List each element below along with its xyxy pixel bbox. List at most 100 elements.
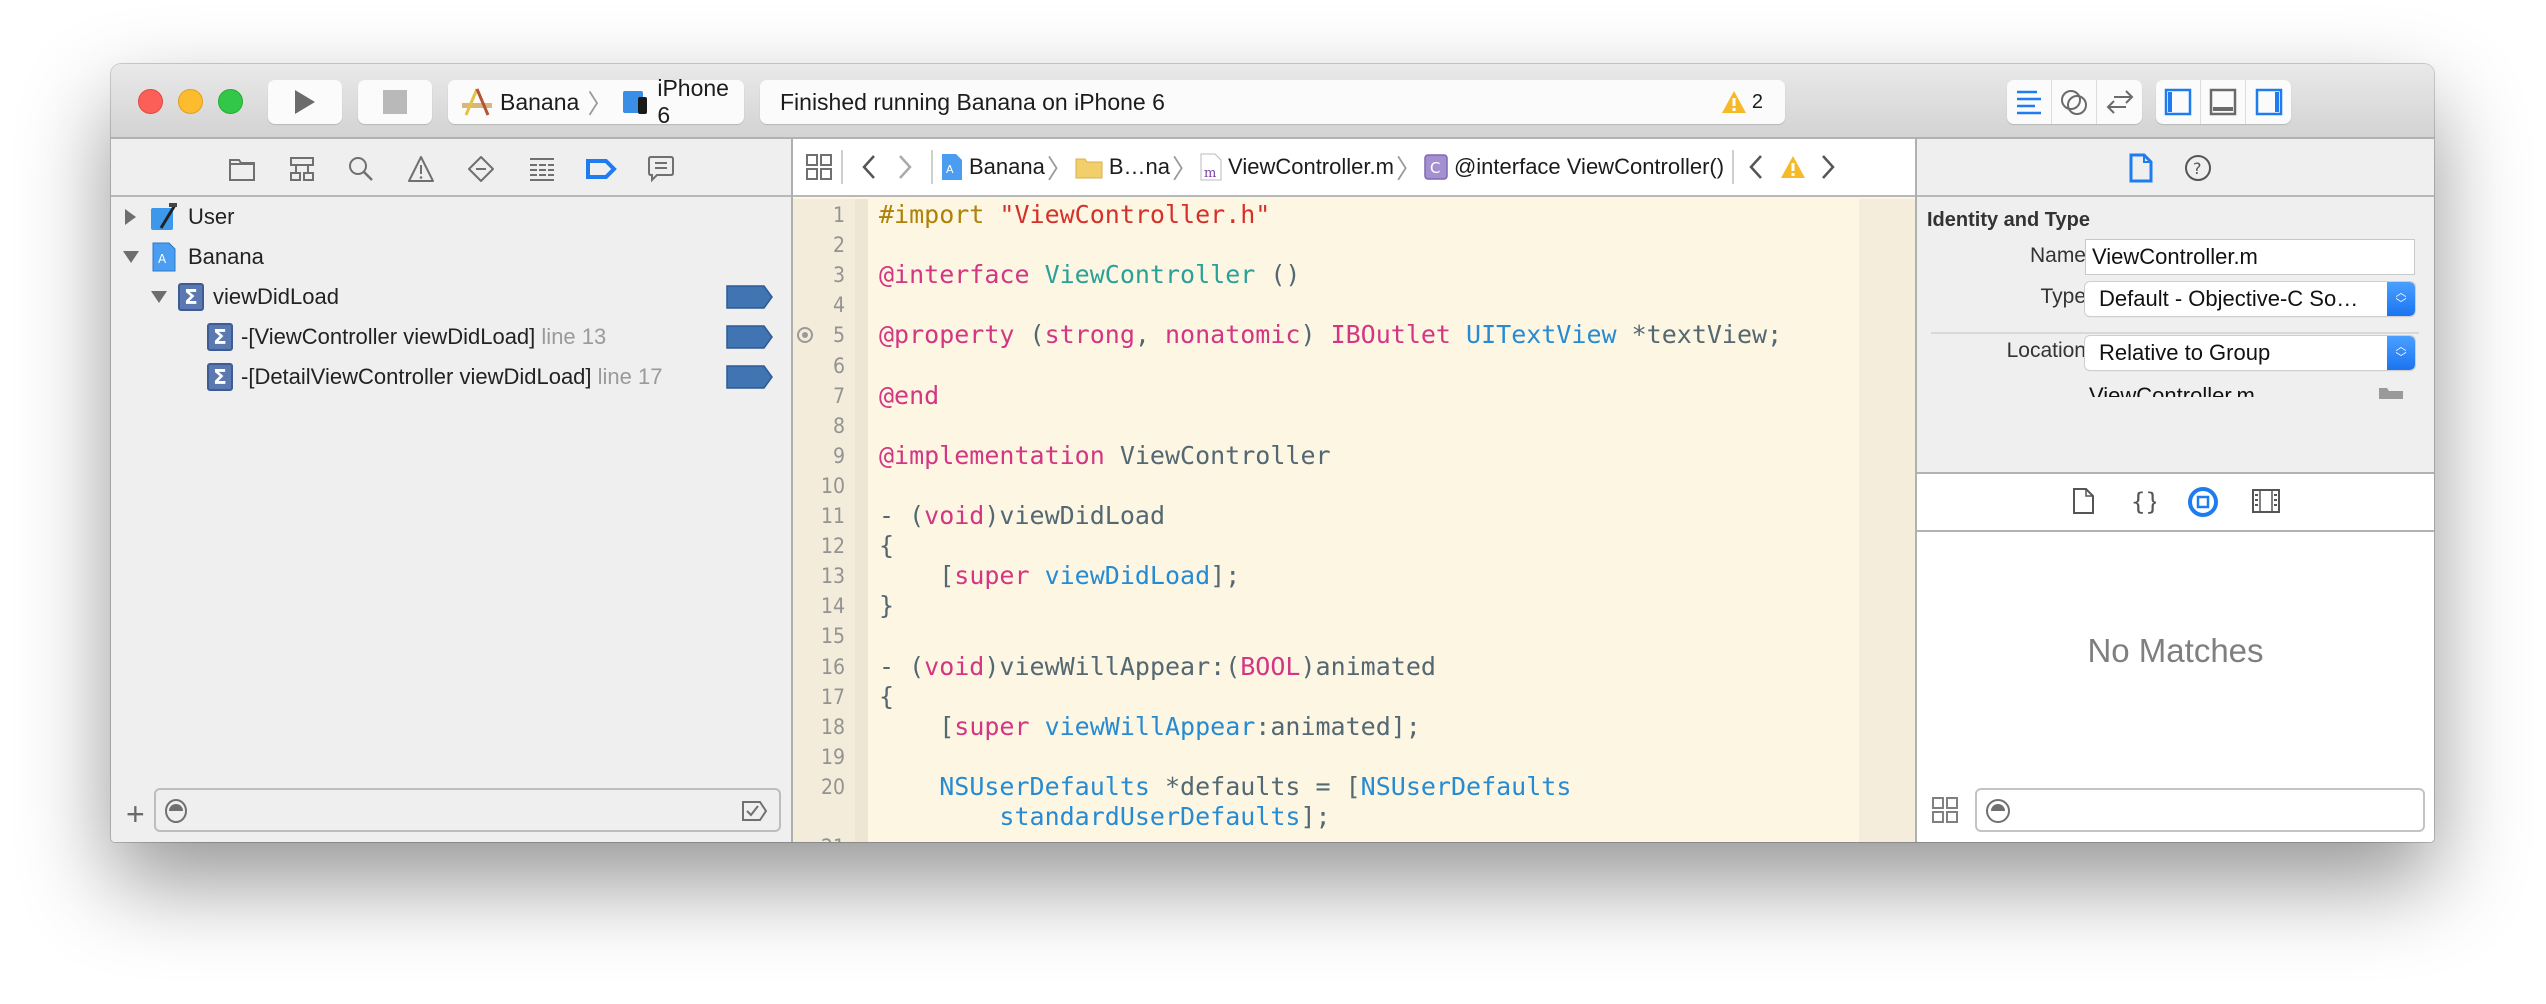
forward-arrow-icon[interactable] <box>897 154 913 180</box>
navigator-filter-input[interactable] <box>154 788 781 832</box>
code-line[interactable]: 7 @end <box>793 381 1915 411</box>
disclosure-expanded-icon[interactable] <box>151 291 167 303</box>
standard-editor-button[interactable] <box>2007 80 2052 124</box>
project-file-icon: A <box>151 242 177 272</box>
svg-text:C: C <box>1430 159 1440 177</box>
code-text: @interface ViewController () <box>879 260 1300 290</box>
add-breakpoint-button[interactable]: + <box>126 796 145 833</box>
tab-report-navigator[interactable] <box>646 154 676 184</box>
popup-value: Relative to Group <box>2099 340 2271 365</box>
grid-view-icon[interactable] <box>1931 796 1959 824</box>
line-number: 7 <box>832 383 845 408</box>
code-line[interactable]: 11 - (void)viewDidLoad <box>793 501 1915 531</box>
scheme-selector[interactable]: Banana 〉 iPhone 6 <box>448 75 744 128</box>
toggle-debug-area-button[interactable] <box>2201 80 2246 124</box>
close-window-button[interactable] <box>138 89 163 114</box>
toggle-navigator-button[interactable] <box>2156 80 2201 124</box>
breakpoint-indicator[interactable] <box>726 325 773 349</box>
media-library-tab[interactable] <box>2252 488 2280 514</box>
stop-icon <box>383 90 407 114</box>
project-icon: A <box>941 153 963 181</box>
code-line[interactable]: 2 <box>793 230 1915 260</box>
tab-find-navigator[interactable] <box>346 154 376 184</box>
tree-row-detailviewcontroller-viewdidload[interactable]: Σ -[DetailViewController viewDidLoad] li… <box>111 359 791 395</box>
tree-row-banana[interactable]: A Banana <box>111 239 791 275</box>
code-line[interactable]: 21 <box>793 832 1915 842</box>
assistant-editor-button[interactable] <box>2052 80 2097 124</box>
code-line[interactable]: 17 { <box>793 682 1915 712</box>
toggle-utilities-button[interactable] <box>2246 80 2291 124</box>
enabled-breakpoints-filter-icon[interactable] <box>741 799 769 823</box>
tab-symbol-navigator[interactable] <box>287 154 317 184</box>
version-editor-button[interactable] <box>2097 80 2142 124</box>
tab-debug-navigator[interactable] <box>527 154 557 184</box>
tab-project-navigator[interactable] <box>227 154 257 184</box>
previous-issue-icon[interactable] <box>1748 154 1764 180</box>
tab-test-navigator[interactable] <box>466 154 496 184</box>
related-items-icon[interactable] <box>805 153 833 181</box>
name-label: Name <box>2029 244 2086 267</box>
issue-warning-icon[interactable] <box>1780 155 1806 179</box>
code-line[interactable]: 4 <box>793 290 1915 320</box>
code-line[interactable]: 1 #import "ViewController.h" <box>793 200 1915 230</box>
file-type-popup[interactable]: Default - Objective-C So… ︿ ﹀ <box>2085 282 2415 316</box>
jumpbar-label: Banana <box>969 154 1045 179</box>
minimize-window-button[interactable] <box>178 89 203 114</box>
code-line[interactable]: 9 @implementation ViewController <box>793 441 1915 471</box>
chevron-right-icon: 〉 <box>1046 153 1073 184</box>
line-number: 15 <box>820 624 845 649</box>
code-line[interactable]: 8 <box>793 411 1915 441</box>
folder-icon <box>1075 155 1103 179</box>
code-line[interactable]: 15 <box>793 621 1915 651</box>
disclosure-collapsed-icon[interactable] <box>125 209 136 225</box>
breakpoint-indicator[interactable] <box>726 285 773 309</box>
code-line[interactable]: 3 @interface ViewController () <box>793 260 1915 290</box>
folder-icon[interactable] <box>2378 387 2404 399</box>
stop-button[interactable] <box>358 80 432 124</box>
breakpoint-indicator[interactable] <box>726 365 773 389</box>
zoom-window-button[interactable] <box>218 89 243 114</box>
code-line[interactable]: 5 @property (strong, nonatomic) IBOutlet … <box>793 320 1915 350</box>
code-line[interactable]: 20 NSUserDefaults *defaults = [NSUserDef… <box>793 772 1915 802</box>
run-button[interactable] <box>268 80 342 124</box>
code-line[interactable]: 18 [super viewWillAppear:animated]; <box>793 712 1915 742</box>
warning-indicator[interactable]: 2 <box>1721 90 1763 114</box>
quick-help-tab[interactable]: ? <box>2184 154 2212 182</box>
code-line[interactable]: 6 <box>793 351 1915 381</box>
code-line[interactable]: 14} <box>793 591 1915 621</box>
jumpbar-item-file[interactable]: m ViewController.m <box>1200 153 1394 181</box>
xcode-window: Banana 〉 iPhone 6 Finished running Banan… <box>111 64 2434 842</box>
iphone-simulator-icon <box>621 88 651 116</box>
file-name-field[interactable]: ViewController.m <box>2085 239 2415 275</box>
disclosure-expanded-icon[interactable] <box>123 251 139 263</box>
jumpbar-item-group[interactable]: B…na <box>1075 154 1170 180</box>
file-inspector-tab[interactable] <box>2129 153 2153 183</box>
code-text-area[interactable]: 1 #import "ViewController.h" 2 3 @interface … <box>793 199 1915 842</box>
back-arrow-icon[interactable] <box>861 154 877 180</box>
object-library-tab[interactable] <box>2187 486 2219 518</box>
code-token: - ( <box>879 651 925 681</box>
location-popup[interactable]: Relative to Group ︿ ﹀ <box>2085 336 2415 370</box>
code-line[interactable]: 10 <box>793 471 1915 501</box>
tree-row-user[interactable]: User <box>111 199 791 235</box>
library-tab-bar: {} <box>1917 472 2434 532</box>
code-token: *textView; <box>1631 320 1783 350</box>
code-line[interactable]: 16 - (void)viewWillAppear:(BOOL)animated <box>793 652 1915 682</box>
code-line[interactable]: 12 { <box>793 531 1915 561</box>
navigator-panel: User A Banana Σ viewDidLoad Σ -[ViewCont… <box>111 139 793 842</box>
jumpbar-item-project[interactable]: A Banana <box>941 153 1045 181</box>
tree-row-viewdidload[interactable]: Σ viewDidLoad <box>111 279 791 315</box>
tab-breakpoint-navigator[interactable] <box>586 154 617 184</box>
code-line[interactable]: 13 [super viewDidLoad]; <box>793 561 1915 591</box>
code-line[interactable]: 19 <box>793 742 1915 772</box>
library-filter-input[interactable] <box>1975 788 2425 832</box>
code-line[interactable]: standardUserDefaults]; <box>793 802 1915 832</box>
search-icon <box>347 155 375 183</box>
file-template-library-tab[interactable] <box>2072 487 2096 515</box>
jumpbar-item-symbol[interactable]: C @interface ViewController() <box>1424 154 1724 180</box>
tab-issue-navigator[interactable] <box>406 154 436 184</box>
code-snippet-library-tab[interactable]: {} <box>2130 487 2156 515</box>
code-token: super <box>954 711 1045 741</box>
next-issue-icon[interactable] <box>1820 154 1836 180</box>
tree-row-viewcontroller-viewdidload[interactable]: Σ -[ViewController viewDidLoad] line 13 <box>111 319 791 355</box>
